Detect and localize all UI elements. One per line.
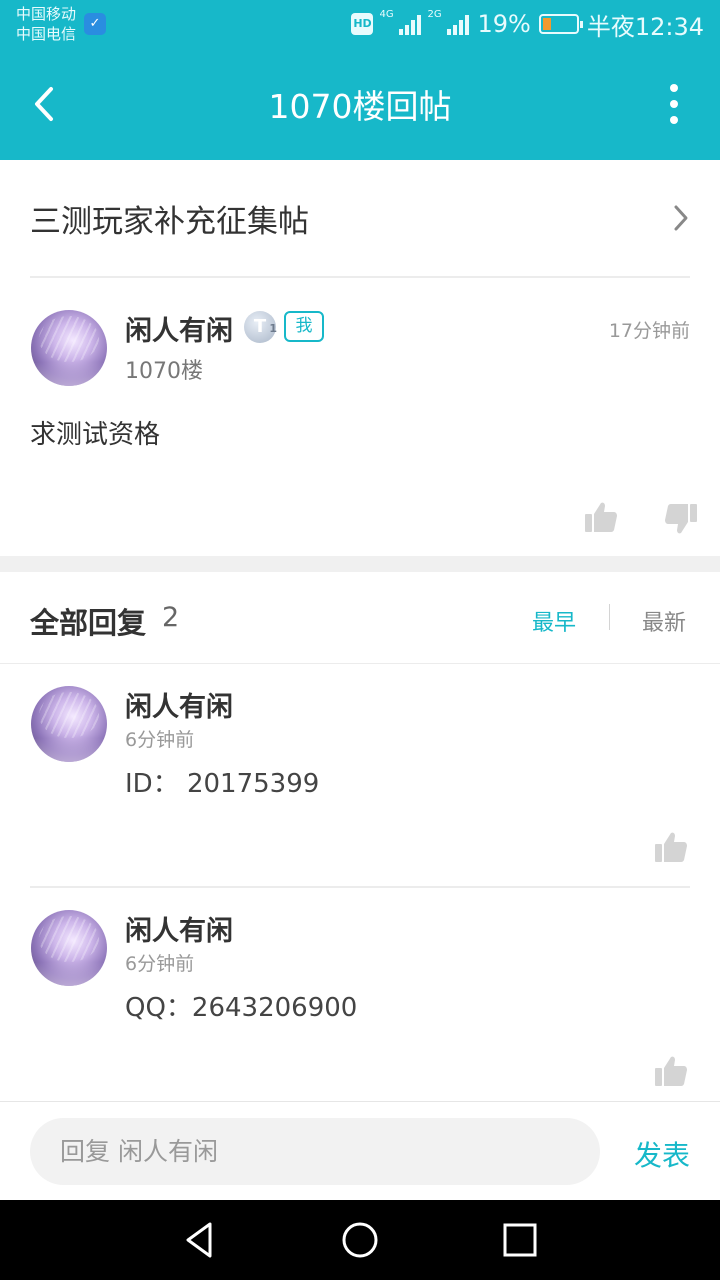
avatar[interactable] [31, 910, 107, 986]
replies-label: 全部回复 [30, 606, 147, 640]
clock: 半夜12:34 [586, 12, 704, 41]
sort-earliest-tab[interactable]: 最早 [532, 605, 576, 637]
recents-square-icon[interactable] [498, 1218, 542, 1262]
thumbs-up-icon[interactable] [654, 1054, 688, 1088]
chevron-right-icon [674, 205, 688, 231]
thumbs-up-icon[interactable] [654, 830, 688, 864]
send-button[interactable]: 发表 [634, 1134, 690, 1174]
network-type-2: 2G [427, 9, 442, 20]
reply-input[interactable] [30, 1118, 600, 1185]
avatar[interactable] [31, 686, 107, 762]
battery-icon [538, 14, 583, 34]
reply-divider [30, 886, 690, 888]
reply-content: QQ：2643206900 [125, 993, 358, 1023]
more-menu-button[interactable] [668, 84, 680, 124]
reply-content: ID： 20175399 [125, 769, 320, 799]
signal-icon-2: 2G [427, 9, 470, 35]
network-type-1: 4G [379, 9, 394, 20]
app-header: 中国移动 中国电信 ✓ HD 4G 2G 19% 半夜12:34 1070楼回帖 [0, 0, 720, 160]
page-title: 1070楼回帖 [268, 87, 452, 126]
level-badge-letter: T [253, 316, 267, 337]
sort-divider [609, 604, 610, 630]
reply-author[interactable]: 闲人有闲 [125, 685, 233, 724]
floor-number: 1070楼 [125, 359, 203, 384]
avatar[interactable] [31, 310, 107, 386]
post-time: 17分钟前 [608, 320, 690, 342]
thread-title: 三测玩家补充征集帖 [30, 203, 309, 240]
reply-time: 6分钟前 [125, 953, 195, 975]
post-author[interactable]: 闲人有闲 [125, 309, 233, 348]
carrier-2: 中国电信 [16, 25, 77, 43]
thread-link[interactable]: 三测玩家补充征集帖 [30, 160, 690, 278]
more-vertical-icon [670, 84, 678, 92]
reply-author[interactable]: 闲人有闲 [125, 909, 233, 948]
signal-icon: 4G [379, 9, 422, 35]
me-badge: 我 [284, 311, 324, 342]
replies-header: 全部回复 2 最早 最新 [0, 572, 720, 664]
home-circle-icon[interactable] [338, 1218, 382, 1262]
thumbs-down-icon[interactable] [664, 502, 698, 536]
section-divider [0, 556, 720, 572]
replies-count: 2 [162, 602, 180, 633]
reply-time: 6分钟前 [125, 729, 195, 751]
shield-icon: ✓ [84, 13, 106, 35]
reply-bar: 发表 [0, 1101, 720, 1200]
status-right: HD 4G 2G 19% 半夜12:34 [351, 8, 704, 41]
back-triangle-icon[interactable] [178, 1218, 222, 1262]
thumbs-up-icon[interactable] [584, 500, 618, 534]
carrier-info: 中国移动 中国电信 [16, 4, 76, 44]
sort-newest-tab[interactable]: 最新 [642, 605, 686, 637]
post-content: 求测试资格 [30, 420, 161, 450]
level-badge: T 1 [244, 311, 277, 343]
system-nav-bar [0, 1200, 720, 1280]
carrier-1: 中国移动 [16, 5, 77, 23]
hd-icon: HD [351, 13, 374, 35]
level-badge-number: 1 [269, 322, 277, 335]
status-bar: 中国移动 中国电信 ✓ HD 4G 2G 19% 半夜12:34 [0, 0, 720, 48]
battery-percent: 19% [477, 10, 531, 38]
